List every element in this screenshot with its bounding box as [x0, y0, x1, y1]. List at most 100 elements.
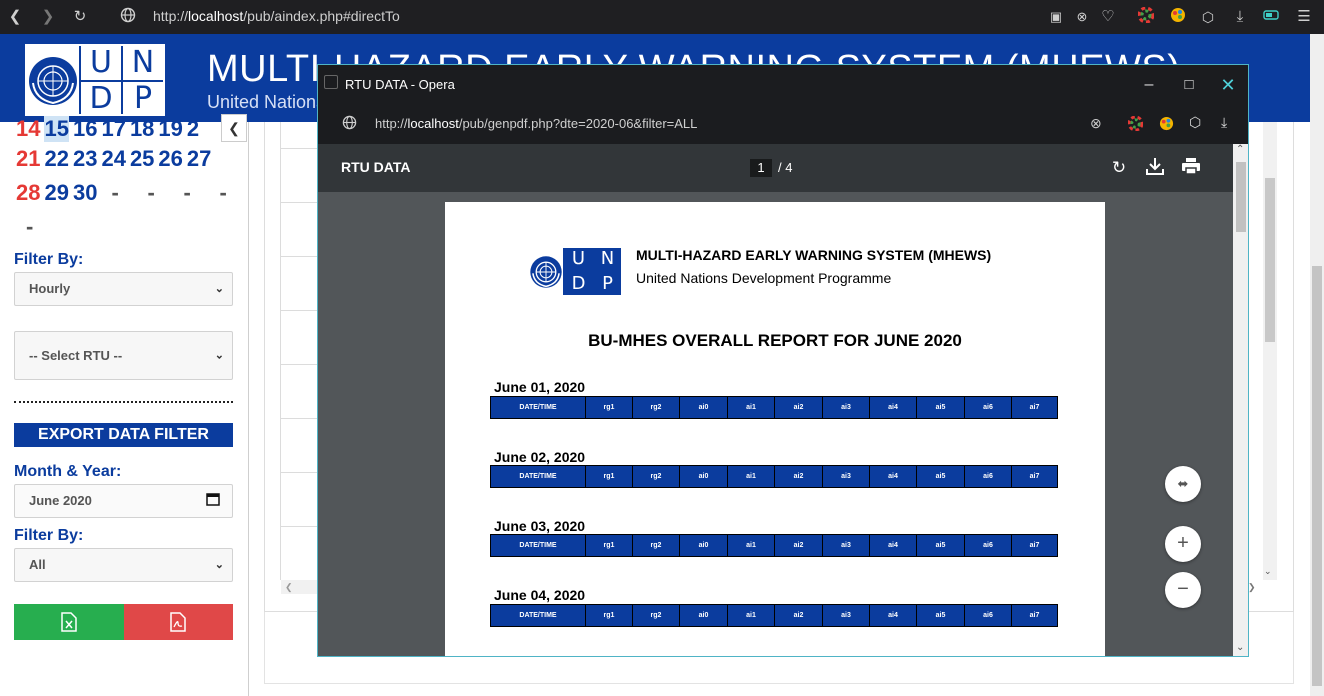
- day-table-header: DATE/TIME rg1 rg2 ai0 ai1 ai2 ai3 ai4 ai…: [490, 465, 1058, 488]
- column-header: ai1: [728, 466, 775, 487]
- export-pdf-button[interactable]: [124, 604, 233, 640]
- pdf-document-title: RTU DATA: [341, 159, 411, 175]
- logo-letter: D: [565, 272, 592, 295]
- calendar-day[interactable]: 22: [44, 146, 68, 172]
- print-icon[interactable]: [1179, 156, 1203, 180]
- settings-menu-icon[interactable]: ☰: [1294, 7, 1314, 27]
- extension-palette-icon[interactable]: [1168, 7, 1188, 27]
- filter-select-2[interactable]: All ⌄: [14, 548, 233, 582]
- column-header: ai4: [870, 397, 917, 418]
- download-icon[interactable]: ⤓: [1230, 7, 1250, 27]
- scroll-up-icon[interactable]: ⌃: [1236, 144, 1244, 155]
- table-row: [281, 364, 321, 365]
- column-header: DATE/TIME: [491, 397, 586, 418]
- pdf-popup-window: RTU DATA - Opera – □ ✕ http://localhost/…: [317, 64, 1249, 657]
- divider: [14, 401, 233, 403]
- pdf-download-icon[interactable]: [1143, 156, 1167, 180]
- un-emblem-icon: [529, 248, 563, 295]
- calendar-day[interactable]: 21: [16, 146, 40, 172]
- column-header: rg2: [633, 466, 680, 487]
- logo-letter: U: [81, 46, 121, 80]
- calendar-day[interactable]: 19: [158, 116, 182, 142]
- filter-by-label: Filter By:: [14, 251, 84, 268]
- calendar-day[interactable]: 2: [187, 116, 199, 142]
- heart-icon[interactable]: ♡: [1098, 7, 1118, 27]
- calendar-day[interactable]: 29: [44, 180, 68, 206]
- logo-letter: U: [565, 248, 592, 271]
- filter-by-label-2: Filter By:: [14, 527, 84, 544]
- forward-icon[interactable]: ❯: [38, 7, 58, 27]
- calendar-day[interactable]: 28: [16, 180, 40, 206]
- calendar-day[interactable]: 25: [130, 146, 154, 172]
- calendar-day[interactable]: 30: [73, 180, 97, 206]
- column-header: DATE/TIME: [491, 535, 586, 556]
- block-icon[interactable]: ⊗: [1090, 115, 1102, 132]
- calendar-day[interactable]: 23: [73, 146, 97, 172]
- calendar-icon[interactable]: [206, 485, 220, 517]
- back-icon[interactable]: ❮: [5, 7, 25, 27]
- calendar-prev-icon[interactable]: ❮: [221, 114, 247, 142]
- calendar-day[interactable]: 14: [16, 116, 40, 142]
- column-header: rg1: [586, 535, 633, 556]
- calendar-day[interactable]: 27: [187, 146, 211, 172]
- extension-color-wheel-icon[interactable]: [1127, 115, 1144, 136]
- chevron-down-icon: ⌄: [214, 283, 224, 295]
- column-header: ai3: [823, 466, 870, 487]
- column-header: ai5: [917, 605, 965, 626]
- inner-scrollbar[interactable]: ⌄: [1263, 122, 1277, 580]
- scroll-right-icon[interactable]: ❯: [1248, 580, 1262, 594]
- reload-icon[interactable]: ↻: [70, 7, 90, 27]
- globe-icon[interactable]: [342, 115, 357, 135]
- filter-select[interactable]: Hourly ⌄: [14, 272, 233, 306]
- pdf-scrollbar[interactable]: ⌃ ⌄: [1233, 144, 1248, 656]
- column-header: ai3: [823, 535, 870, 556]
- maximize-icon[interactable]: □: [1177, 73, 1201, 97]
- minimize-icon[interactable]: –: [1137, 73, 1161, 97]
- globe-icon[interactable]: [118, 7, 138, 27]
- pdf-viewer: U N D P MULTI-HAZARD EARLY WARNING SYSTE…: [318, 192, 1233, 656]
- window-icon: [324, 75, 338, 89]
- calendar-day[interactable]: 18: [130, 116, 154, 142]
- un-emblem-icon: [27, 46, 79, 116]
- table-row: [281, 526, 321, 527]
- column-header: ai1: [728, 535, 775, 556]
- camera-icon[interactable]: ▣: [1046, 7, 1066, 27]
- scroll-down-icon[interactable]: ⌄: [1264, 566, 1272, 577]
- rtu-select[interactable]: -- Select RTU -- ⌄: [14, 331, 233, 380]
- close-icon[interactable]: ✕: [1216, 73, 1240, 97]
- zoom-in-icon[interactable]: +: [1165, 526, 1201, 562]
- inner-scroll-thumb[interactable]: [1265, 178, 1275, 342]
- undp-logo: U N D P: [25, 44, 165, 116]
- zoom-out-icon[interactable]: −: [1165, 572, 1201, 608]
- calendar-day[interactable]: 26: [158, 146, 182, 172]
- pdf-scroll-thumb[interactable]: [1236, 162, 1246, 232]
- fit-page-icon[interactable]: ⬌: [1165, 466, 1201, 502]
- scroll-left-icon[interactable]: ❮: [281, 580, 321, 594]
- calendar-day-selected[interactable]: 15: [44, 116, 69, 142]
- page-number-input[interactable]: 1: [750, 159, 772, 177]
- popup-address-bar[interactable]: http://localhost/pub/genpdf.php?dte=2020…: [375, 116, 697, 131]
- scroll-down-icon[interactable]: ⌄: [1236, 642, 1244, 653]
- export-excel-button[interactable]: [14, 604, 124, 640]
- month-year-input[interactable]: June 2020: [14, 484, 233, 518]
- table-border: [280, 122, 281, 580]
- day-heading: June 03, 2020: [494, 518, 586, 534]
- extension-color-wheel-icon[interactable]: [1136, 6, 1156, 27]
- address-bar[interactable]: http://localhost/pub/aindex.php#directTo: [153, 8, 400, 24]
- cube-icon[interactable]: ⬡: [1189, 114, 1201, 131]
- calendar-day[interactable]: 24: [101, 146, 125, 172]
- page-scrollbar[interactable]: [1310, 34, 1324, 696]
- calendar-row: 14 15 16 17 18 19 2: [16, 116, 203, 142]
- rotate-icon[interactable]: ↻: [1107, 156, 1131, 180]
- block-icon[interactable]: ⊗: [1072, 7, 1092, 27]
- calendar-day[interactable]: 17: [101, 116, 125, 142]
- pdf-file-icon: [170, 612, 186, 632]
- extension-palette-icon[interactable]: [1159, 116, 1174, 136]
- download-icon[interactable]: ⤓: [1221, 114, 1227, 131]
- column-header: rg2: [633, 535, 680, 556]
- page-scroll-thumb[interactable]: [1312, 266, 1322, 686]
- cube-icon[interactable]: ⬡: [1198, 7, 1218, 27]
- column-header: ai1: [728, 397, 775, 418]
- battery-icon[interactable]: [1262, 7, 1282, 27]
- calendar-day[interactable]: 16: [73, 116, 97, 142]
